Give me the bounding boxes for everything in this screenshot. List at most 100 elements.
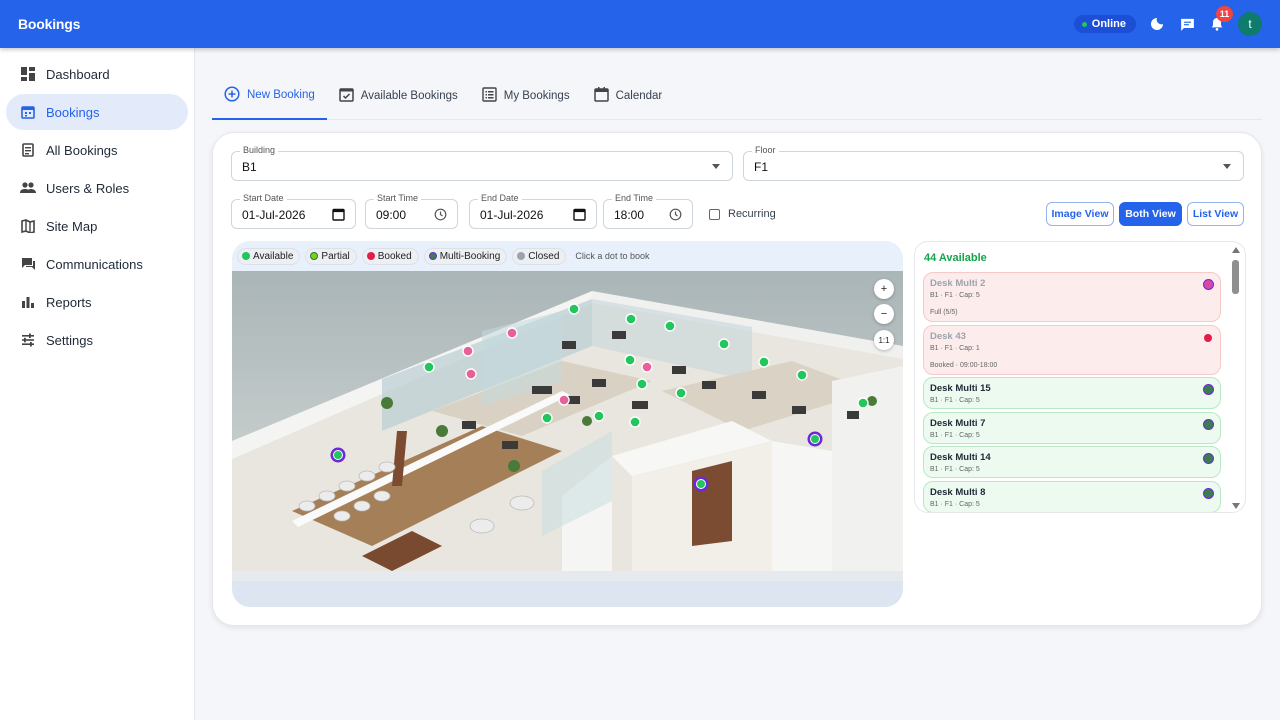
legend-label: Partial — [321, 250, 350, 262]
start-time-input[interactable]: Start Time 09:00 — [365, 193, 458, 229]
sidebar-item-label: Settings — [46, 332, 93, 348]
sidebar-item-communications[interactable]: Communications — [6, 246, 188, 282]
desk-name: Desk Multi 8 — [930, 487, 986, 498]
recurring-checkbox[interactable] — [709, 208, 720, 220]
scroll-down-icon[interactable] — [1231, 502, 1241, 510]
book-icon — [20, 142, 36, 158]
clock-icon[interactable] — [434, 208, 448, 222]
legend-available: Available — [237, 247, 301, 265]
sidebar-item-all-bookings[interactable]: All Bookings — [6, 132, 188, 168]
tab-my-bookings[interactable]: My Bookings — [470, 72, 582, 119]
sidebar-item-reports[interactable]: Reports — [6, 284, 188, 320]
legend-closed: Closed — [512, 247, 567, 265]
sidebar-item-label: Reports — [46, 294, 92, 310]
clock-icon[interactable] — [669, 208, 683, 222]
end-time-input[interactable]: End Time 18:00 — [603, 193, 693, 229]
sidebar-item-label: Communications — [46, 256, 143, 272]
notifications-icon[interactable]: 11 — [1208, 6, 1233, 33]
start-date-value: 01-Jul-2026 — [242, 208, 306, 222]
notification-count-badge: 11 — [1216, 6, 1233, 22]
building-select[interactable]: Building B1 — [231, 145, 733, 181]
both-view-button[interactable]: Both View — [1119, 202, 1182, 226]
desk-list-item[interactable]: Desk Multi 7 B1 · F1 · Cap: 5 — [923, 412, 1221, 444]
recurring-toggle[interactable]: Recurring — [709, 208, 776, 220]
plus-circle-icon — [224, 85, 240, 105]
zoom-in-button[interactable]: + — [874, 279, 894, 299]
sidebar-item-label: Users & Roles — [46, 180, 130, 196]
chevron-down-icon — [1223, 164, 1231, 169]
online-status-badge[interactable]: Online — [1073, 15, 1136, 33]
start-time-label: Start Time — [374, 193, 422, 203]
desk-name: Desk Multi 14 — [930, 452, 991, 463]
list-scrollbar[interactable] — [1231, 246, 1241, 510]
desk-name: Desk Multi 2 — [930, 278, 986, 289]
multi-booking-dot-icon — [1203, 453, 1214, 464]
sidebar-item-label: Bookings — [46, 104, 100, 120]
floor-label: Floor — [752, 145, 779, 155]
sidebar-item-bookings[interactable]: Bookings — [6, 94, 188, 130]
legend-label: Available — [253, 250, 294, 262]
sidebar: Dashboard Bookings All Bookings Users & … — [0, 48, 195, 720]
legend-label: Closed — [528, 250, 560, 262]
sidebar-item-label: Dashboard — [46, 66, 110, 82]
calendar-icon — [593, 86, 609, 105]
tab-label: Calendar — [615, 89, 663, 102]
image-view-button[interactable]: Image View — [1046, 202, 1114, 226]
desk-meta: B1 · F1 · Cap: 5 — [930, 466, 980, 473]
sidebar-item-settings[interactable]: Settings — [6, 322, 188, 358]
legend-label: Booked — [377, 250, 412, 262]
end-date-label: End Date — [478, 193, 522, 203]
closed-dot-icon — [517, 252, 526, 260]
calendar-picker-icon[interactable] — [332, 208, 346, 222]
scroll-thumb[interactable] — [1232, 260, 1239, 294]
list-view-button[interactable]: List View — [1187, 202, 1244, 226]
end-date-input[interactable]: End Date 01-Jul-2026 — [469, 193, 597, 229]
tab-available-bookings[interactable]: Available Bookings — [327, 72, 470, 119]
desk-list-panel: 44 Available Desk Multi 2 B1 · F1 · Cap:… — [914, 241, 1246, 513]
desk-list-item[interactable]: Desk 43 B1 · F1 · Cap: 1 Booked · 09:00-… — [923, 325, 1221, 375]
dark-mode-icon[interactable] — [1148, 15, 1166, 33]
messages-icon[interactable] — [1178, 15, 1196, 33]
desk-meta: B1 · F1 · Cap: 5 — [930, 501, 980, 508]
tab-calendar[interactable]: Calendar — [582, 72, 675, 119]
app-title: Bookings — [18, 16, 81, 32]
tab-new-booking[interactable]: New Booking — [212, 72, 327, 120]
zoom-reset-button[interactable]: 1:1 — [874, 330, 894, 350]
desk-list-item[interactable]: Desk Multi 15 B1 · F1 · Cap: 5 — [923, 377, 1221, 409]
booked-dot-icon — [1204, 334, 1212, 342]
floor-select[interactable]: Floor F1 — [743, 145, 1244, 181]
recurring-label: Recurring — [728, 208, 776, 220]
start-date-input[interactable]: Start Date 01-Jul-2026 — [231, 193, 356, 229]
desk-list-item[interactable]: Desk Multi 14 B1 · F1 · Cap: 5 — [923, 446, 1221, 478]
start-time-value: 09:00 — [376, 208, 407, 222]
desk-status: Full (5/5) — [930, 309, 958, 316]
calendar-check-icon — [339, 87, 354, 105]
list-icon — [482, 86, 497, 105]
start-date-label: Start Date — [240, 193, 287, 203]
multi-booking-dot-icon — [1203, 279, 1214, 290]
scroll-up-icon[interactable] — [1231, 246, 1241, 254]
calendar-picker-icon[interactable] — [573, 208, 587, 222]
multi-booking-dot-icon — [428, 252, 437, 260]
map-legend: Available Partial Booked Multi-Booking C… — [232, 241, 903, 271]
chat-icon — [20, 256, 36, 272]
building-label: Building — [240, 145, 279, 155]
building-value: B1 — [242, 160, 257, 174]
sidebar-item-users-roles[interactable]: Users & Roles — [6, 170, 188, 206]
sidebar-item-label: All Bookings — [46, 142, 118, 158]
zoom-out-button[interactable]: − — [874, 304, 894, 324]
desk-name: Desk Multi 15 — [930, 383, 991, 394]
sidebar-item-site-map[interactable]: Site Map — [6, 208, 188, 244]
dashboard-icon — [20, 66, 36, 82]
desk-list-item[interactable]: Desk Multi 8 B1 · F1 · Cap: 5 — [923, 481, 1221, 512]
floor-plan-image[interactable] — [232, 271, 903, 581]
desk-list-item[interactable]: Desk Multi 2 B1 · F1 · Cap: 5 Full (5/5) — [923, 272, 1221, 322]
multi-booking-dot-icon — [1203, 419, 1214, 430]
status-dot-icon — [1081, 21, 1087, 27]
user-avatar[interactable]: t — [1238, 12, 1262, 36]
partial-dot-icon — [310, 252, 319, 260]
available-count: 44 Available — [924, 252, 987, 264]
sidebar-item-dashboard[interactable]: Dashboard — [6, 56, 188, 92]
sliders-icon — [20, 332, 36, 348]
legend-partial: Partial — [305, 247, 357, 265]
